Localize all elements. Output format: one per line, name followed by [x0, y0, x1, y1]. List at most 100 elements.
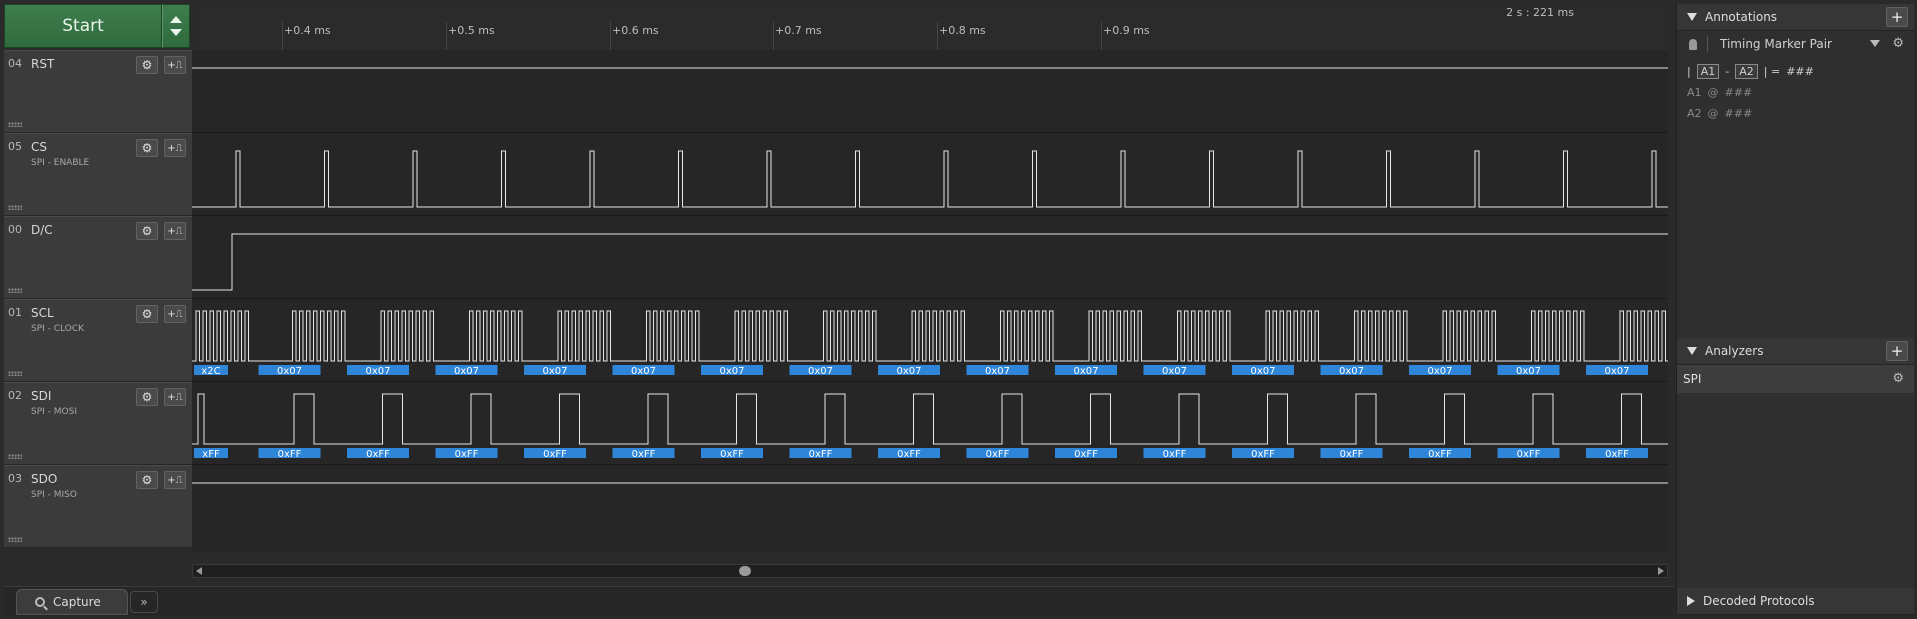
- channel-row[interactable]: 01 SCL SPI - CLOCK ⚙ +⎍: [4, 299, 197, 382]
- gear-icon[interactable]: ⚙: [136, 471, 158, 489]
- start-options-button[interactable]: [162, 4, 190, 48]
- miso-byte-label: 0xFF: [897, 449, 921, 460]
- row-separator: [192, 215, 1668, 216]
- analyzer-item-spi[interactable]: SPI ⚙: [1677, 365, 1914, 393]
- drag-handle-icon[interactable]: [8, 537, 22, 542]
- diff-close: | =: [1763, 65, 1781, 78]
- channel-row[interactable]: 03 SDO SPI - MISO ⚙ +⎍: [4, 465, 197, 548]
- gear-icon[interactable]: ⚙: [136, 305, 158, 323]
- miso-byte-label: 0xFF: [632, 449, 656, 460]
- channel-name[interactable]: RST: [31, 57, 54, 71]
- trigger-icon[interactable]: +⎍: [164, 139, 186, 157]
- time-tick-label: +0.5 ms: [448, 24, 495, 37]
- a2-value: ###: [1724, 107, 1753, 120]
- channel-name[interactable]: CS: [31, 140, 47, 154]
- miso-byte-label: 0xFF: [986, 449, 1010, 460]
- mosi-byte-label: 0x07: [985, 366, 1010, 377]
- marker-a2-line: A2 @ ###: [1687, 103, 1914, 124]
- drag-handle-icon[interactable]: [8, 371, 22, 376]
- marker-pin-icon: [1689, 38, 1697, 50]
- gear-icon[interactable]: ⚙: [136, 388, 158, 406]
- right-sidebar: Annotations + Timing Marker Pair ⚙ | A1 …: [1676, 4, 1914, 615]
- channel-number: 04: [8, 57, 22, 70]
- analyzer-label: SPI: [1683, 372, 1702, 386]
- time-tick-mark: [610, 22, 611, 50]
- drag-handle-icon[interactable]: [8, 288, 22, 293]
- channel-row[interactable]: 04 RST ⚙ +⎍: [4, 50, 197, 133]
- trigger-icon[interactable]: +⎍: [164, 56, 186, 74]
- decoded-protocols-title: Decoded Protocols: [1703, 594, 1815, 608]
- scl-signal: [192, 310, 1668, 362]
- add-annotation-button[interactable]: +: [1886, 7, 1908, 27]
- scroll-right-icon[interactable]: [1658, 567, 1664, 575]
- scroll-thumb[interactable]: [739, 566, 751, 576]
- miso-byte-label: 0xFF: [1428, 449, 1452, 460]
- gear-icon[interactable]: ⚙: [136, 139, 158, 157]
- chevron-down-icon[interactable]: [1870, 40, 1880, 47]
- mosi-byte-label: x2C: [201, 366, 220, 377]
- diff-open: |: [1687, 65, 1691, 78]
- divider: [1707, 36, 1708, 52]
- annotations-header[interactable]: Annotations +: [1677, 4, 1914, 31]
- miso-byte-label: 0xFF: [809, 449, 833, 460]
- chevron-right-icon[interactable]: [1687, 596, 1695, 606]
- timing-marker-row[interactable]: Timing Marker Pair ⚙: [1677, 31, 1914, 57]
- channel-row[interactable]: 02 SDI SPI - MOSI ⚙ +⎍: [4, 382, 197, 465]
- a1-value: ###: [1724, 86, 1753, 99]
- time-tick-label: +0.9 ms: [1103, 24, 1150, 37]
- scroll-left-icon[interactable]: [196, 567, 202, 575]
- a2-at: @: [1707, 107, 1719, 120]
- a1-at: @: [1707, 86, 1719, 99]
- diff-value: ###: [1786, 65, 1814, 78]
- more-tabs-button[interactable]: »: [130, 591, 158, 613]
- start-control: Start: [4, 4, 190, 48]
- channel-row[interactable]: 05 CS SPI - ENABLE ⚙ +⎍: [4, 133, 197, 216]
- tab-capture[interactable]: Capture: [16, 589, 128, 615]
- miso-byte-label: 0xFF: [1605, 449, 1629, 460]
- channel-number: 01: [8, 306, 22, 319]
- miso-byte-label: 0xFF: [1517, 449, 1541, 460]
- drag-handle-icon[interactable]: [8, 205, 22, 210]
- time-tick-mark: [773, 22, 774, 50]
- decoded-protocols-header[interactable]: Decoded Protocols: [1677, 588, 1914, 615]
- drag-handle-icon[interactable]: [8, 122, 22, 127]
- channel-subtitle: SPI - MISO: [31, 490, 77, 500]
- analyzers-header[interactable]: Analyzers +: [1677, 338, 1914, 365]
- trigger-icon[interactable]: +⎍: [164, 222, 186, 240]
- trigger-icon[interactable]: +⎍: [164, 388, 186, 406]
- channel-row[interactable]: 00 D/C ⚙ +⎍: [4, 216, 197, 299]
- miso-byte-label: xFF: [202, 449, 220, 460]
- dc-signal: [192, 233, 1668, 291]
- horizontal-scrollbar[interactable]: [192, 564, 1668, 578]
- capture-time-readout: 2 s : 221 ms: [1506, 6, 1574, 19]
- waveform-canvas[interactable]: x2C 0x07 0x07 0x07 0x07 0x07 0x07 0x07 0x07 0x07 0…: [192, 50, 1668, 552]
- row-separator: [192, 464, 1668, 465]
- timing-marker-label: Timing Marker Pair: [1720, 37, 1832, 51]
- trigger-icon[interactable]: +⎍: [164, 305, 186, 323]
- miso-byte-label: 0xFF: [1163, 449, 1187, 460]
- time-ruler[interactable]: 2 s : 221 ms +0.4 ms +0.5 ms +0.6 ms +0.7 m…: [196, 4, 1666, 51]
- channel-name[interactable]: SCL: [31, 306, 54, 320]
- sdi-signal: [192, 393, 1668, 445]
- gear-icon[interactable]: ⚙: [1892, 36, 1904, 51]
- mosi-byte-label: 0x07: [1604, 366, 1629, 377]
- gear-icon[interactable]: ⚙: [136, 222, 158, 240]
- mosi-byte-label: 0x07: [1162, 366, 1187, 377]
- mosi-byte-label: 0x07: [896, 366, 921, 377]
- chevron-down-icon[interactable]: [1687, 13, 1697, 21]
- channel-name[interactable]: SDO: [31, 472, 57, 486]
- gear-icon[interactable]: ⚙: [1892, 371, 1904, 386]
- channel-name[interactable]: D/C: [31, 223, 53, 237]
- time-tick-mark: [937, 22, 938, 50]
- trigger-icon[interactable]: +⎍: [164, 471, 186, 489]
- gear-icon[interactable]: ⚙: [136, 56, 158, 74]
- add-analyzer-button[interactable]: +: [1886, 341, 1908, 361]
- waveform-view[interactable]: x2C 0x07 0x07 0x07 0x07 0x07 0x07 0x07 0x07 0x07 0…: [192, 50, 1668, 552]
- channel-number: 03: [8, 472, 22, 485]
- drag-handle-icon[interactable]: [8, 454, 22, 459]
- start-button[interactable]: Start: [4, 4, 162, 48]
- channel-name[interactable]: SDI: [31, 389, 51, 403]
- chevron-down-icon[interactable]: [1687, 347, 1697, 355]
- diff-minus: -: [1725, 65, 1730, 78]
- miso-byte-label: 0xFF: [1340, 449, 1364, 460]
